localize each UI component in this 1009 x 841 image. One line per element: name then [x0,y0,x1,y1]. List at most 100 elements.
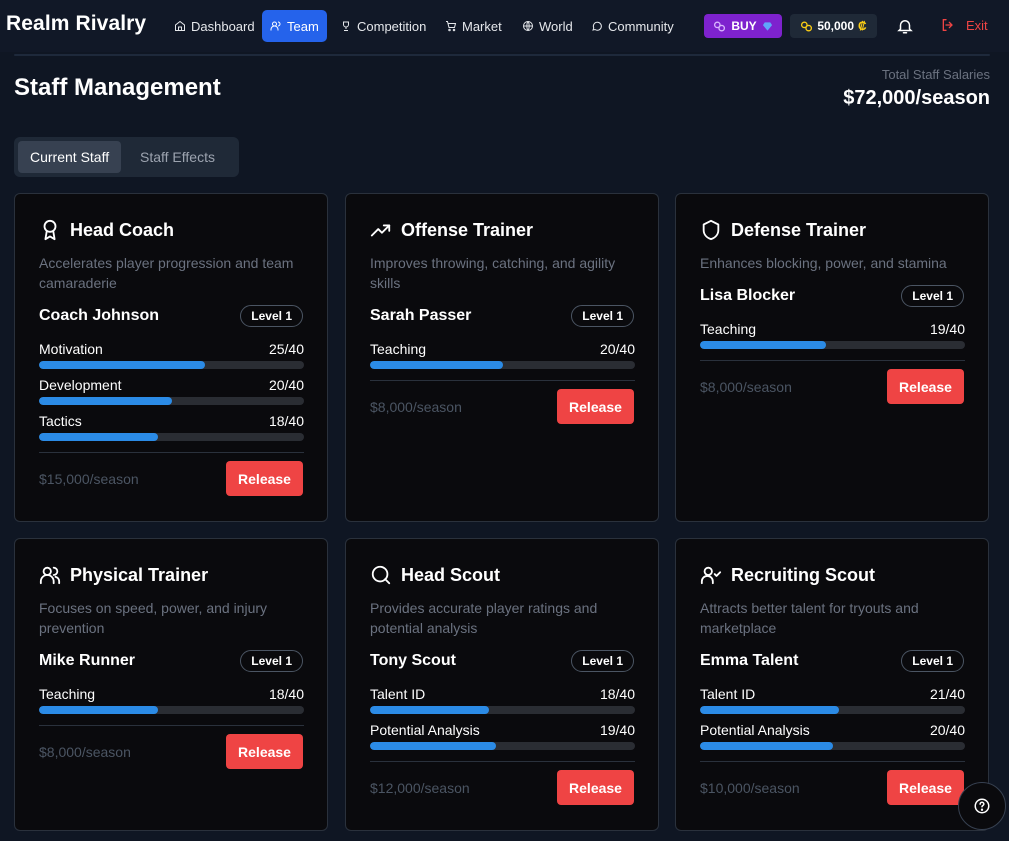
stat-bar-fill [700,341,826,349]
staff-salary: $8,000/season [370,399,462,415]
card-divider [700,761,965,762]
user-check-icon [700,566,722,585]
nav-item-label: Dashboard [191,18,255,34]
level-badge: Level 1 [240,650,303,672]
stat-value: 18/40 [268,686,304,702]
stat-talent-id: Talent ID 18/40 [370,686,635,714]
stat-teaching: Teaching 18/40 [39,686,304,714]
card-divider [39,725,304,726]
stat-bar-fill [700,742,833,750]
staff-card-offense-trainer: Offense Trainer Improves throwing, catch… [345,193,659,522]
stat-bar [370,706,635,714]
stat-bar [370,742,635,750]
stat-potential-analysis: Potential Analysis 20/40 [700,722,965,750]
nav-item-label: Community [608,18,674,34]
nav-item-team[interactable]: Team [262,10,327,42]
release-button[interactable]: Release [887,369,964,404]
stat-label: Teaching [700,321,757,337]
page-title: Staff Management [14,74,221,101]
card-divider [370,380,635,381]
help-button[interactable] [958,782,1006,830]
staff-card-physical-trainer: Physical Trainer Focuses on speed, power… [14,538,328,831]
nav-item-competition[interactable]: Competition [332,10,434,42]
release-button[interactable]: Release [226,734,303,769]
stat-value: 19/40 [599,722,635,738]
card-divider [700,360,965,361]
release-button[interactable]: Release [887,770,964,805]
stat-bar [39,397,304,405]
nav-item-label: World [539,18,573,34]
card-divider [370,761,635,762]
role-description: Enhances blocking, power, and stamina [700,255,947,271]
role-name: Head Scout [401,564,501,585]
tab-current-staff[interactable]: Current Staff [18,141,122,173]
globe-icon [523,21,533,31]
role-name: Physical Trainer [70,564,209,585]
stat-bar-fill [700,706,840,714]
exit-button[interactable]: Exit [940,17,988,33]
release-button[interactable]: Release [226,461,303,496]
shield-icon [702,219,720,241]
bell-icon[interactable] [896,17,914,35]
total-salaries-value: $72,000/season [843,87,990,109]
card-divider [39,452,304,453]
stat-label: Motivation [39,341,103,357]
card-title: Physical Trainer [39,564,208,586]
stat-teaching: Teaching 19/40 [700,321,965,349]
stat-bar-fill [39,361,205,369]
stat-bar [39,361,304,369]
card-title: Head Scout [370,564,500,586]
staff-name: Mike Runner [39,652,136,669]
level-badge: Level 1 [240,305,303,327]
home-icon [175,20,185,31]
nav-item-community[interactable]: Community [583,10,682,42]
stat-bar [700,742,965,750]
staff-name: Lisa Blocker [700,287,796,304]
staff-tabs: Current Staff Staff Effects [14,137,239,177]
cart-icon [446,21,457,32]
stat-bar [700,341,965,349]
card-title: Recruiting Scout [700,564,875,586]
release-button[interactable]: Release [557,770,634,805]
staff-salary: $12,000/season [370,780,470,796]
card-title: Defense Trainer [700,219,866,241]
tab-staff-effects[interactable]: Staff Effects [128,141,227,173]
staff-name: Coach Johnson [39,307,160,324]
header-divider [14,54,990,56]
nav-item-market[interactable]: Market [437,10,510,42]
nav-item-label: Competition [357,18,427,34]
role-description: Accelerates player progression and team … [39,255,294,291]
role-description: Improves throwing, catching, and agility… [370,255,616,291]
users-icon [270,21,281,31]
app-brand[interactable]: Realm Rivalry [6,12,146,36]
stat-development: Development 20/40 [39,377,304,405]
card-title: Head Coach [39,219,174,241]
buy-gems-button[interactable]: BUY [704,14,782,38]
staff-salary: $8,000/season [700,379,792,395]
trending-up-icon [370,224,391,237]
release-button[interactable]: Release [557,389,634,424]
stat-bar [39,706,304,714]
role-name: Head Coach [70,219,175,240]
logout-icon [942,19,953,31]
stat-value: 20/40 [599,341,635,357]
nav-item-world[interactable]: World [514,10,581,42]
staff-salary: $10,000/season [700,780,800,796]
total-salaries-label: Total Staff Salaries [881,67,990,82]
role-description: Provides accurate player ratings and pot… [370,600,598,636]
coin-amount: 50,000 [817,19,855,33]
stat-label: Teaching [39,686,96,702]
stat-value: 21/40 [929,686,965,702]
link-icon [714,20,726,32]
help-icon [974,798,990,814]
stat-label: Tactics [39,413,82,429]
stat-value: 18/40 [268,413,304,429]
role-name: Offense Trainer [401,219,534,240]
search-icon [371,565,391,585]
role-name: Recruiting Scout [731,564,876,585]
coin-balance[interactable]: 50,000 ₡ [790,14,877,38]
stat-value: 18/40 [599,686,635,702]
stat-bar [39,433,304,441]
nav-item-dashboard[interactable]: Dashboard [166,10,263,42]
stat-bar-fill [39,397,172,405]
